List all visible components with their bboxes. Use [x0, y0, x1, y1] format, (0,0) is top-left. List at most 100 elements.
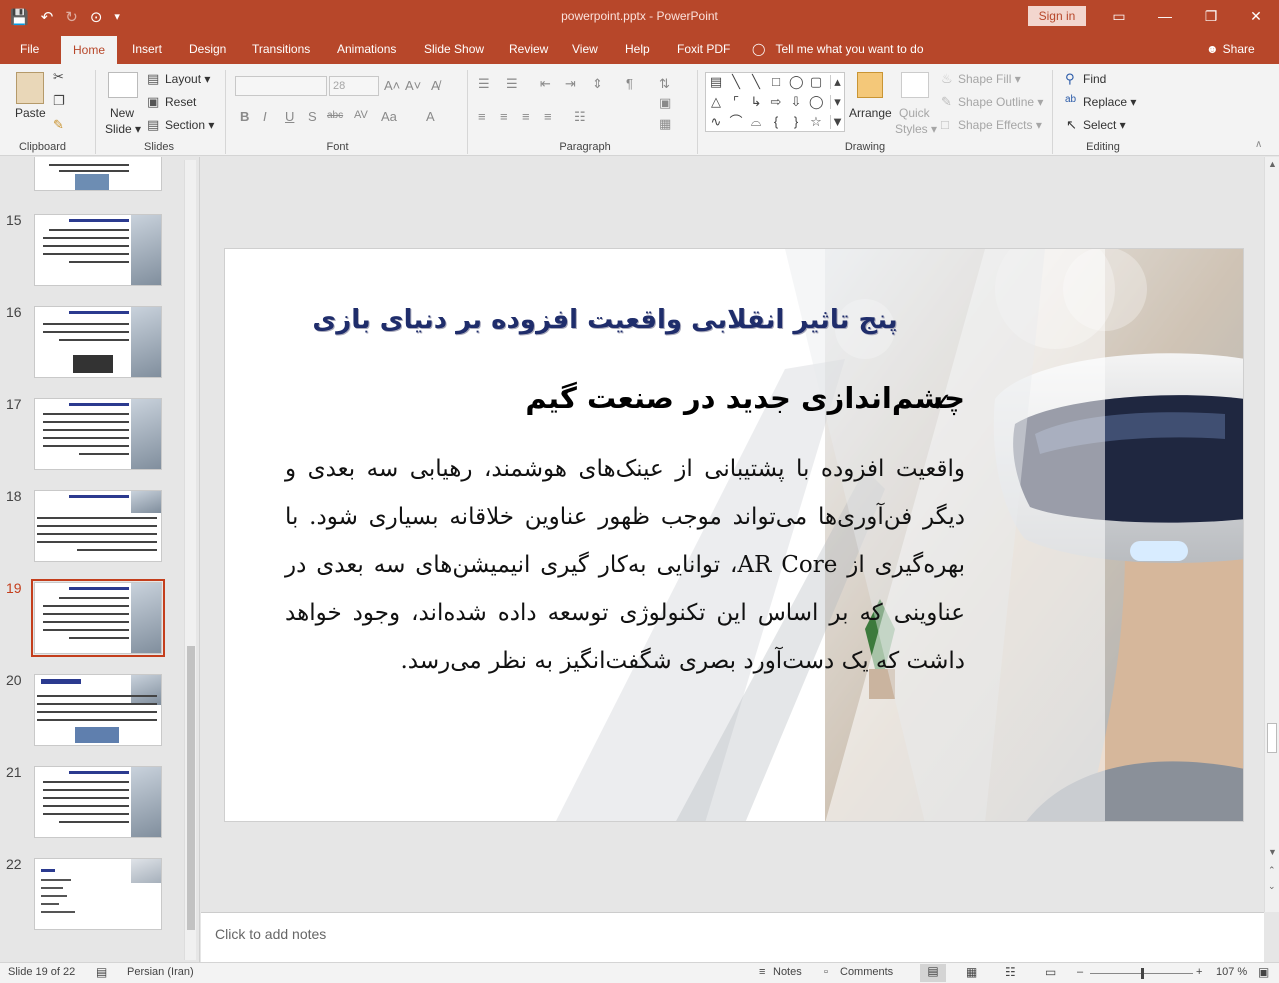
customize-qat-icon[interactable]: ▾ — [114, 11, 120, 23]
slide-thumbnail[interactable] — [34, 306, 162, 378]
shrink-font-icon[interactable]: A˅ — [405, 79, 421, 92]
gallery-scroll-up-icon[interactable]: ▴ — [830, 75, 844, 89]
section-button[interactable]: Section ▾ — [165, 118, 214, 132]
font-color-button[interactable]: A — [426, 110, 435, 123]
slide-thumbnail[interactable] — [34, 858, 162, 930]
left-brace-shape-icon[interactable]: { — [769, 115, 783, 129]
scroll-down-icon[interactable]: ▼ — [1268, 847, 1277, 857]
right-brace-shape-icon[interactable]: } — [789, 115, 803, 129]
textbox-shape-icon[interactable]: ▤ — [709, 75, 723, 89]
align-center-icon[interactable]: ≡ — [500, 110, 508, 123]
freeform-shape-icon[interactable]: ∿ — [709, 115, 723, 129]
curve-shape-icon[interactable]: ⌓ — [749, 115, 763, 129]
slide-vertical-scrollbar[interactable]: ▲ ▼ ⌃ ⌄ — [1264, 157, 1279, 912]
clear-formatting-icon[interactable]: A̸ — [431, 79, 440, 92]
quick-styles-button[interactable]: Quick — [899, 106, 930, 120]
tab-help[interactable]: Help — [625, 34, 650, 64]
text-shadow-button[interactable]: S — [308, 110, 317, 123]
tell-me-search[interactable]: ◯ Tell me what you want to do — [752, 34, 924, 64]
tab-design[interactable]: Design — [189, 34, 226, 64]
italic-button[interactable]: I — [263, 110, 267, 123]
slide-thumbnail[interactable] — [34, 490, 162, 562]
underline-button[interactable]: U — [285, 110, 294, 123]
fit-slide-icon[interactable]: ▣ — [1258, 965, 1269, 979]
slide-canvas[interactable]: پنج تاثیر انقلابی واقعیت افزوده بر دنیای… — [224, 248, 1244, 822]
elbow-arrow-shape-icon[interactable]: ↳ — [749, 95, 763, 109]
slide-sorter-icon[interactable]: ▦ — [966, 965, 977, 979]
bullets-icon[interactable]: ☰ — [478, 77, 490, 90]
paste-icon[interactable] — [16, 72, 44, 104]
slide-show-icon[interactable]: ▭ — [1045, 965, 1056, 979]
minimize-button[interactable]: — — [1142, 0, 1188, 34]
save-icon[interactable]: 💾 — [10, 10, 29, 25]
notes-toggle-button[interactable]: Notes — [773, 966, 802, 978]
align-left-icon[interactable]: ≡ — [478, 110, 486, 123]
quick-styles-icon[interactable] — [901, 72, 929, 98]
next-slide-icon[interactable]: ⌄ — [1268, 881, 1276, 892]
slide-title[interactable]: پنج تاثیر انقلابی واقعیت افزوده بر دنیای… — [305, 305, 905, 335]
cut-icon[interactable]: ✂ — [53, 70, 64, 83]
tab-view[interactable]: View — [572, 34, 598, 64]
arrange-icon[interactable] — [857, 72, 883, 98]
layout-button[interactable]: Layout ▾ — [165, 72, 210, 86]
down-arrow-shape-icon[interactable]: ⇩ — [789, 95, 803, 109]
slide-thumbnail[interactable] — [34, 674, 162, 746]
close-button[interactable]: ✕ — [1233, 0, 1279, 34]
tab-insert[interactable]: Insert — [132, 34, 162, 64]
tab-review[interactable]: Review — [509, 34, 548, 64]
rounded-rectangle-shape-icon[interactable]: ▢ — [809, 75, 823, 89]
spell-check-icon[interactable]: ▤ — [96, 965, 107, 979]
text-direction-icon[interactable]: ⇅ — [659, 77, 670, 90]
align-text-icon[interactable]: ▣ — [659, 96, 671, 109]
decrease-indent-icon[interactable]: ⇤ — [540, 77, 551, 90]
shape-outline-button[interactable]: Shape Outline ▾ — [958, 95, 1043, 109]
bold-button[interactable]: B — [240, 110, 249, 123]
gallery-more-icon[interactable]: ▼ — [830, 115, 844, 129]
gallery-scroll-down-icon[interactable]: ▾ — [830, 95, 844, 109]
slide-thumbnail[interactable] — [34, 766, 162, 838]
tab-home[interactable]: Home — [61, 36, 118, 64]
increase-indent-icon[interactable]: ⇥ — [565, 77, 576, 90]
reading-view-icon[interactable]: ☷ — [1005, 965, 1016, 979]
scroll-up-icon[interactable]: ▲ — [1268, 159, 1277, 169]
ribbon-display-options-icon[interactable]: ▭ — [1096, 0, 1142, 34]
star-shape-icon[interactable]: ☆ — [809, 115, 823, 129]
zoom-in-icon[interactable]: + — [1196, 966, 1202, 978]
present-from-beginning-icon[interactable]: ⊙ — [90, 10, 103, 25]
format-painter-icon[interactable]: ✎ — [53, 118, 64, 131]
tab-animations[interactable]: Animations — [337, 34, 396, 64]
arc-shape-icon[interactable]: ⌒ — [729, 115, 743, 129]
arrange-button[interactable]: Arrange — [849, 106, 892, 120]
slide-thumbnail[interactable] — [34, 398, 162, 470]
select-button[interactable]: Select ▾ — [1083, 118, 1126, 132]
rtl-icon[interactable]: ¶ — [626, 77, 633, 90]
line-shape-icon[interactable]: ╲ — [729, 75, 743, 89]
new-slide-icon[interactable] — [108, 72, 138, 98]
new-slide-dropdown[interactable]: Slide ▾ — [105, 122, 141, 136]
reset-button[interactable]: Reset — [165, 95, 196, 109]
strikethrough-button[interactable]: abc — [327, 111, 343, 121]
restore-button[interactable]: ❐ — [1188, 0, 1234, 34]
font-name-combo[interactable] — [235, 76, 327, 96]
sign-in-button[interactable]: Sign in — [1028, 6, 1086, 26]
replace-button[interactable]: Replace ▾ — [1083, 95, 1136, 109]
right-arrow-shape-icon[interactable]: ⇨ — [769, 95, 783, 109]
undo-icon[interactable]: ↶ — [41, 10, 54, 25]
copy-icon[interactable]: ❐ — [53, 94, 65, 107]
quick-styles-dropdown[interactable]: Styles ▾ — [895, 122, 937, 136]
thumbnail-scrollbar-thumb[interactable] — [187, 646, 195, 930]
rectangle-shape-icon[interactable]: □ — [769, 75, 783, 89]
tab-foxit-pdf[interactable]: Foxit PDF — [677, 34, 730, 64]
language-indicator[interactable]: Persian (Iran) — [127, 966, 194, 978]
paste-button[interactable]: Paste — [15, 106, 46, 120]
share-button[interactable]: ☻ Share — [1206, 34, 1255, 64]
numbering-icon[interactable]: ☰ — [506, 77, 518, 90]
zoom-slider-thumb[interactable] — [1141, 968, 1144, 979]
zoom-out-icon[interactable]: – — [1077, 966, 1083, 978]
tab-transitions[interactable]: Transitions — [252, 34, 310, 64]
tab-slide-show[interactable]: Slide Show — [424, 34, 484, 64]
slide-subtitle[interactable]: چشم‌اندازی جدید در صنعت گیم — [465, 381, 965, 415]
oval-shape-icon[interactable]: ◯ — [789, 75, 804, 89]
tab-file[interactable]: File — [20, 34, 39, 64]
shape-effects-button[interactable]: Shape Effects ▾ — [958, 118, 1042, 132]
